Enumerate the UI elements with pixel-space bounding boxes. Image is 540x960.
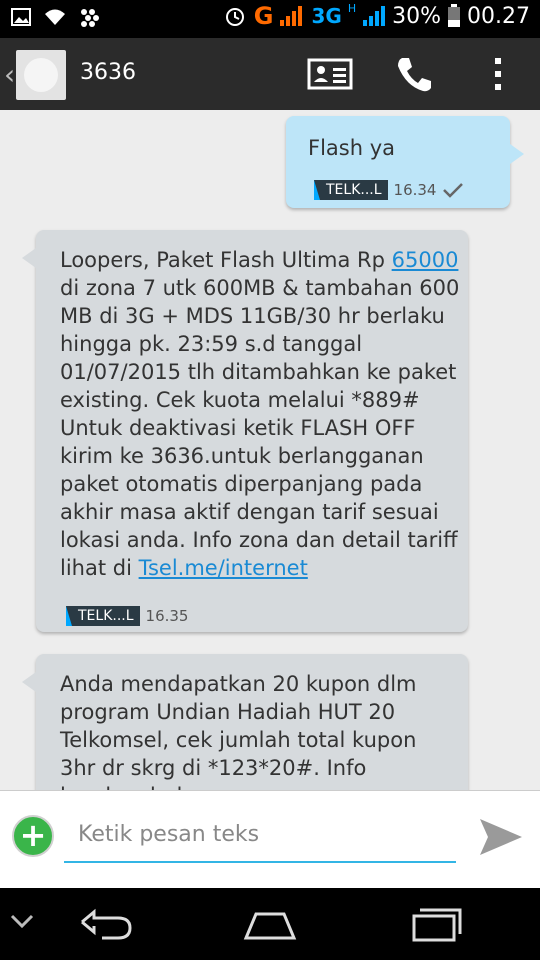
sim-badge: TELK...L bbox=[66, 606, 140, 626]
signal-3g-icon bbox=[363, 6, 386, 26]
chevron-down-icon bbox=[10, 914, 34, 929]
network-type-h: H bbox=[347, 1, 357, 15]
message-text: Flash ya bbox=[308, 136, 396, 160]
message-text: Loopers, Paket Flash Ultima Rp 65000 di … bbox=[60, 246, 460, 582]
plus-icon: + bbox=[19, 816, 47, 854]
action-bar: ‹ 3636 bbox=[0, 38, 540, 110]
wifi-icon bbox=[45, 9, 65, 25]
contact-card-button[interactable] bbox=[306, 50, 354, 98]
gallery-icon bbox=[11, 8, 31, 26]
contact-card-icon bbox=[307, 58, 353, 90]
home-icon bbox=[243, 912, 297, 940]
amount-link[interactable]: 65000 bbox=[392, 248, 459, 272]
sim-label: TELK...L bbox=[78, 608, 134, 624]
send-icon bbox=[480, 819, 522, 855]
message-time: 16.34 bbox=[393, 181, 437, 199]
recent-apps-button[interactable] bbox=[408, 904, 464, 948]
message-thread[interactable]: Flash ya TELK...L 16.34 Loopers, Paket F… bbox=[0, 110, 540, 790]
home-nav-button[interactable] bbox=[242, 904, 298, 948]
compose-bar: + bbox=[0, 790, 540, 889]
message-meta: TELK...L 16.35 bbox=[66, 602, 188, 630]
back-chevron-icon[interactable]: ‹ bbox=[4, 58, 15, 91]
phone-icon bbox=[398, 58, 431, 92]
contact-title: 3636 bbox=[80, 60, 136, 85]
alarm-icon bbox=[225, 8, 244, 26]
call-button[interactable] bbox=[390, 50, 438, 98]
message-time: 16.35 bbox=[145, 607, 189, 625]
sim-label: TELK...L bbox=[326, 182, 382, 198]
bubble-tail bbox=[510, 144, 524, 164]
bbm-icon bbox=[81, 9, 99, 27]
overflow-menu-icon bbox=[495, 58, 501, 90]
signal-icon bbox=[280, 6, 303, 26]
incoming-message[interactable]: Anda mendapatkan 20 kupon dlm program Un… bbox=[22, 654, 468, 790]
sim-badge: TELK...L bbox=[314, 180, 388, 200]
network-type-3g: 3G bbox=[311, 4, 342, 28]
navigation-bar bbox=[0, 888, 540, 960]
bubble-tail bbox=[22, 672, 36, 692]
bubble-tail bbox=[22, 248, 36, 268]
clock: 00.27 bbox=[467, 3, 530, 29]
message-text-part: Loopers, Paket Flash Ultima Rp bbox=[60, 248, 392, 272]
back-nav-button[interactable] bbox=[78, 904, 134, 948]
status-indicators: G 3G H 30% 00.27 bbox=[222, 2, 530, 30]
sent-check-icon bbox=[443, 183, 464, 198]
message-meta: TELK...L 16.34 bbox=[314, 176, 464, 204]
battery-percent: 30% bbox=[392, 3, 442, 29]
message-input[interactable] bbox=[64, 807, 456, 863]
message-text-part: di zona 7 utk 600MB & tambahan 600 MB di… bbox=[60, 276, 460, 580]
battery-icon bbox=[448, 4, 461, 27]
status-bar: G 3G H 30% 00.27 bbox=[0, 0, 540, 38]
overflow-menu-button[interactable] bbox=[474, 50, 522, 98]
avatar-face-icon bbox=[24, 58, 58, 92]
incoming-message[interactable]: Loopers, Paket Flash Ultima Rp 65000 di … bbox=[22, 230, 468, 632]
notification-icons bbox=[10, 6, 100, 28]
outgoing-message[interactable]: Flash ya TELK...L 16.34 bbox=[286, 116, 524, 208]
back-arrow-icon bbox=[81, 908, 132, 940]
message-text: Anda mendapatkan 20 kupon dlm program Un… bbox=[60, 672, 417, 790]
url-link[interactable]: Tsel.me/internet bbox=[139, 556, 308, 580]
send-button[interactable] bbox=[476, 817, 526, 857]
contact-avatar[interactable] bbox=[16, 50, 66, 100]
hide-keyboard-button[interactable] bbox=[8, 912, 36, 936]
recent-apps-icon bbox=[412, 908, 462, 942]
attach-button[interactable]: + bbox=[12, 815, 54, 857]
network-type-g: G bbox=[253, 2, 274, 30]
